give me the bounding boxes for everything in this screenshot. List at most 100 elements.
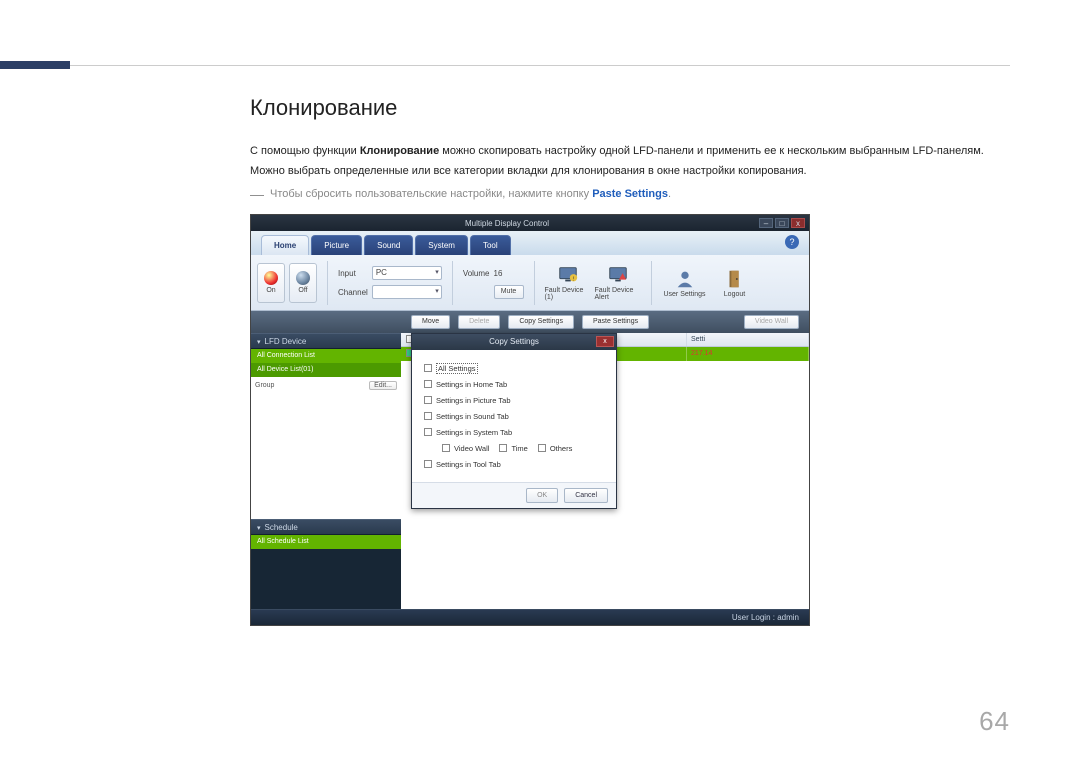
opt-system-tab[interactable]: Settings in System Tab	[424, 424, 604, 440]
paste-settings-button[interactable]: Paste Settings	[582, 315, 649, 329]
power-off-icon	[296, 271, 310, 285]
tab-sound[interactable]: Sound	[364, 235, 413, 255]
tab-system[interactable]: System	[415, 235, 468, 255]
tab-picture[interactable]: Picture	[311, 235, 362, 255]
opt-label: Settings in Home Tab	[436, 380, 507, 389]
subopt-video-wall[interactable]: Video Wall	[442, 444, 489, 453]
opt-label: All Settings	[436, 363, 478, 374]
power-on-label: On	[266, 287, 275, 294]
sidebar-head-schedule[interactable]: Schedule	[251, 519, 401, 535]
opt-home-tab[interactable]: Settings in Home Tab	[424, 376, 604, 392]
hint-text: Чтобы сбросить пользовательские настройк…	[270, 188, 671, 200]
p1-b: Клонирование	[360, 145, 439, 157]
checkbox-icon[interactable]	[538, 444, 546, 452]
hint-c: .	[668, 188, 671, 200]
dialog-titlebar: Copy Settings x	[412, 334, 616, 350]
checkbox-icon[interactable]	[424, 412, 432, 420]
actions-bar: Move Delete Copy Settings Paste Settings…	[251, 311, 809, 333]
sidebar-all-schedule[interactable]: All Schedule List	[251, 535, 401, 549]
fault-device-button[interactable]: ! Fault Device (1)	[545, 264, 591, 301]
monitor-warning-icon: !	[557, 264, 579, 286]
subopt-time[interactable]: Time	[499, 444, 527, 453]
dialog-ok-button[interactable]: OK	[526, 488, 558, 503]
opt-label: Settings in Sound Tab	[436, 412, 509, 421]
opt-label: Time	[511, 444, 527, 453]
logout-label: Logout	[724, 291, 745, 298]
copy-settings-button[interactable]: Copy Settings	[508, 315, 574, 329]
power-off-label: Off	[298, 287, 307, 294]
channel-combo[interactable]	[372, 285, 442, 299]
tab-tool[interactable]: Tool	[470, 235, 511, 255]
toolbar: On Off Input PC Channel Volume 16 Mute	[251, 255, 809, 311]
help-icon[interactable]: ?	[785, 235, 799, 249]
app-screenshot: Multiple Display Control – □ x Home Pict…	[250, 214, 810, 626]
cell-setting: 217.14	[687, 347, 809, 361]
subopt-others[interactable]: Others	[538, 444, 573, 453]
sidebar: LFD Device All Connection List All Devic…	[251, 333, 401, 609]
checkbox-icon[interactable]	[424, 364, 432, 372]
user-settings-button[interactable]: User Settings	[662, 268, 708, 298]
fault-alert-label: Fault Device Alert	[595, 287, 641, 301]
opt-label: Video Wall	[454, 444, 489, 453]
top-rule	[70, 65, 1010, 66]
tab-home[interactable]: Home	[261, 235, 309, 255]
paragraph-1: С помощью функции Клонирование можно ско…	[250, 143, 1010, 161]
sidebar-group-panel: Group Edit...	[251, 377, 401, 519]
window-maximize-button[interactable]: □	[775, 218, 789, 228]
main-tabs: Home Picture Sound System Tool ?	[251, 231, 809, 255]
sidebar-head-lfd[interactable]: LFD Device	[251, 333, 401, 349]
user-settings-label: User Settings	[663, 291, 705, 298]
logout-button[interactable]: Logout	[712, 268, 758, 298]
input-label: Input	[338, 269, 368, 278]
window-close-button[interactable]: x	[791, 218, 805, 228]
channel-label: Channel	[338, 288, 368, 297]
input-combo[interactable]: PC	[372, 266, 442, 280]
opt-all-settings[interactable]: All Settings	[424, 360, 604, 376]
hint-dash: ―	[250, 186, 264, 202]
opt-label: Settings in System Tab	[436, 428, 512, 437]
checkbox-icon[interactable]	[424, 460, 432, 468]
delete-button[interactable]: Delete	[458, 315, 500, 329]
status-bar: User Login : admin	[251, 609, 809, 625]
checkbox-icon[interactable]	[424, 428, 432, 436]
fault-alert-button[interactable]: Fault Device Alert	[595, 264, 641, 301]
power-on-icon	[264, 271, 278, 285]
window-titlebar: Multiple Display Control – □ x	[251, 215, 809, 231]
accent-bar	[0, 61, 70, 69]
window-minimize-button[interactable]: –	[759, 218, 773, 228]
dialog-cancel-button[interactable]: Cancel	[564, 488, 608, 503]
power-off-button[interactable]: Off	[289, 263, 317, 303]
opt-picture-tab[interactable]: Settings in Picture Tab	[424, 392, 604, 408]
hint-link: Paste Settings	[592, 188, 668, 200]
group-edit-button[interactable]: Edit...	[369, 381, 397, 390]
checkbox-icon[interactable]	[424, 380, 432, 388]
sidebar-all-device[interactable]: All Device List(01)	[251, 363, 401, 377]
toolbar-separator	[327, 261, 328, 305]
toolbar-separator-3	[534, 261, 535, 305]
toolbar-separator-4	[651, 261, 652, 305]
checkbox-icon[interactable]	[499, 444, 507, 452]
door-icon	[724, 268, 746, 290]
fault-device-label: Fault Device (1)	[545, 287, 591, 301]
volume-value: 16	[494, 269, 524, 278]
opt-sound-tab[interactable]: Settings in Sound Tab	[424, 408, 604, 424]
monitor-alert-icon	[607, 264, 629, 286]
power-on-button[interactable]: On	[257, 263, 285, 303]
page-heading: Клонирование	[250, 95, 1010, 121]
toolbar-separator-2	[452, 261, 453, 305]
sidebar-all-connection[interactable]: All Connection List	[251, 349, 401, 363]
dialog-close-button[interactable]: x	[596, 336, 614, 347]
opt-tool-tab[interactable]: Settings in Tool Tab	[424, 456, 604, 472]
video-wall-button[interactable]: Video Wall	[744, 315, 799, 329]
col-setting[interactable]: Setti	[687, 333, 809, 346]
paragraph-2: Можно выбрать определенные или все катег…	[250, 163, 1010, 181]
mute-button[interactable]: Mute	[494, 285, 524, 299]
window-title: Multiple Display Control	[465, 219, 549, 228]
hint-a: Чтобы сбросить пользовательские настройк…	[270, 188, 592, 200]
copy-settings-dialog: Copy Settings x All Settings Settings in…	[411, 333, 617, 509]
checkbox-icon[interactable]	[424, 396, 432, 404]
move-button[interactable]: Move	[411, 315, 450, 329]
checkbox-icon[interactable]	[442, 444, 450, 452]
user-icon	[674, 268, 696, 290]
page-number: 64	[979, 706, 1010, 737]
